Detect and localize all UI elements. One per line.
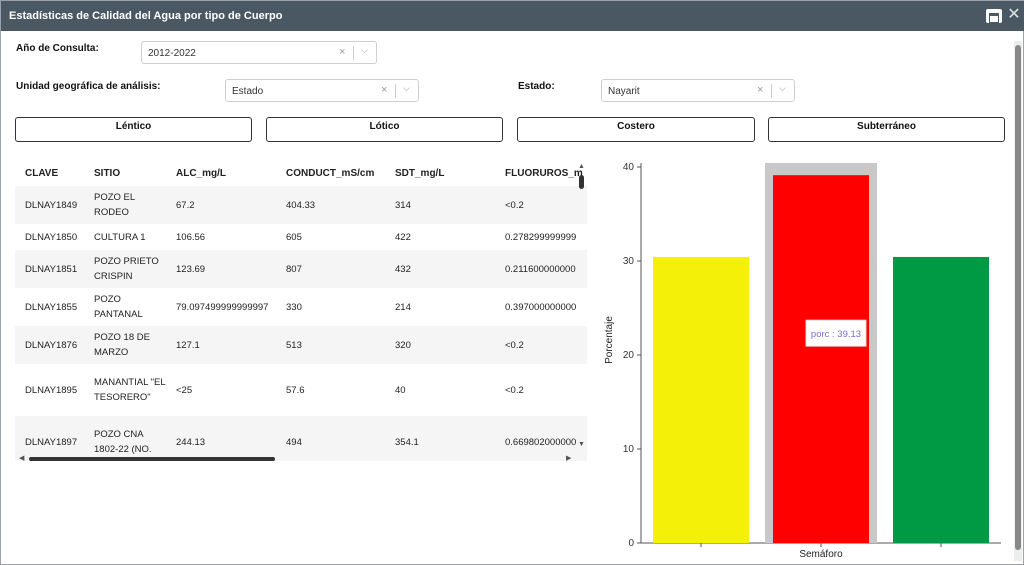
scroll-left-icon[interactable]: ◀ <box>19 454 24 462</box>
table-row[interactable]: DLNAY1876 POZO 18 DE MARZO 127.1 513 320… <box>15 326 587 364</box>
table-cell: 404.33 <box>286 199 316 211</box>
bar[interactable] <box>773 175 869 544</box>
x-axis-label: Semáforo <box>799 549 843 560</box>
table-cell: DLNAY1895 <box>25 384 78 396</box>
column-header[interactable]: CONDUCT_mS/cm <box>276 161 385 186</box>
state-label: Estado: <box>518 81 555 92</box>
table-header-row: CLAVE SITIO ALC_mg/L CONDUCT_mS/cm SDT_m… <box>15 161 587 186</box>
subterraneo-button[interactable]: Subterráneo <box>768 117 1005 142</box>
table-cell: <0.2 <box>505 339 524 351</box>
title-bar: Estadísticas de Calidad del Agua por tip… <box>1 1 1024 31</box>
table-cell: POZO PANTANAL <box>94 294 143 320</box>
chevron-down-icon[interactable]: ⌵ <box>403 83 410 94</box>
table-cell: 605 <box>286 231 302 243</box>
table-cell: 79.097499999999997 <box>176 301 269 313</box>
state-select[interactable]: Nayarit × ⌵ <box>601 79 795 102</box>
bar[interactable] <box>653 256 749 543</box>
table-horizontal-scrollbar[interactable]: ◀ ▶ <box>15 454 575 464</box>
table-cell: 330 <box>286 301 302 313</box>
chevron-down-icon[interactable]: ⌵ <box>361 45 368 56</box>
table-cell: DLNAY1855 <box>25 301 78 313</box>
lotico-button[interactable]: Lótico <box>266 117 503 142</box>
table-cell: DLNAY1849 <box>25 199 78 211</box>
table-cell: <0.2 <box>505 384 524 396</box>
table-cell: 314 <box>395 199 411 211</box>
clear-icon[interactable]: × <box>381 84 387 96</box>
y-tick-label: 0 <box>628 538 634 549</box>
clear-icon[interactable]: × <box>339 46 345 58</box>
year-label: Año de Consulta: <box>16 43 99 54</box>
table-cell: 214 <box>395 301 411 313</box>
column-header[interactable]: ALC_mg/L <box>166 161 276 186</box>
table-cell: <0.2 <box>505 199 524 211</box>
table-row[interactable]: DLNAY1849 POZO EL RODEO 67.2 404.33 314 … <box>15 186 587 224</box>
table-cell: 0.278299999999 <box>505 231 577 243</box>
table-cell: 123.69 <box>176 263 206 275</box>
y-tick-label: 40 <box>623 162 635 173</box>
table-cell: POZO PRIETO CRISPIN <box>94 256 159 282</box>
y-tick-label: 10 <box>623 444 635 455</box>
table-cell: 57.6 <box>286 384 305 396</box>
state-value: Nayarit <box>608 86 640 97</box>
column-header[interactable]: SDT_mg/L <box>385 161 495 186</box>
dialog-window: Estadísticas de Calidad del Agua por tip… <box>0 0 1024 565</box>
y-tick-label: 30 <box>623 256 635 267</box>
select-separator <box>771 84 772 98</box>
table-cell: POZO EL RODEO <box>94 192 135 218</box>
table-cell: 0.211600000000 <box>505 263 576 275</box>
y-axis-label: Porcentaje <box>604 316 615 364</box>
table-row[interactable]: DLNAY1850 CULTURA 1 106.56 605 422 0.278… <box>15 224 587 250</box>
table-cell: CULTURA 1 <box>94 231 146 243</box>
table-cell: 320 <box>395 339 411 351</box>
chevron-down-icon[interactable]: ⌵ <box>779 83 786 94</box>
table-cell: 422 <box>395 231 411 243</box>
table-cell: 106.56 <box>176 231 206 243</box>
select-separator <box>353 46 354 60</box>
year-select[interactable]: 2012-2022 × ⌵ <box>141 41 377 64</box>
table-row[interactable]: DLNAY1855 POZO PANTANAL 79.0974999999999… <box>15 288 587 326</box>
data-table-container: CLAVE SITIO ALC_mg/L CONDUCT_mS/cm SDT_m… <box>15 161 587 461</box>
table-cell: POZO 18 DE MARZO <box>94 332 150 358</box>
scroll-down-icon[interactable]: ▼ <box>578 441 585 448</box>
table-row[interactable]: DLNAY1851 POZO PRIETO CRISPIN 123.69 807… <box>15 250 587 288</box>
y-tick-label: 20 <box>623 350 635 361</box>
unit-label: Unidad geográfica de análisis: <box>16 81 161 92</box>
table-row[interactable]: DLNAY1895 MANANTIAL "EL TESORERO" <25 57… <box>15 364 587 416</box>
year-value: 2012-2022 <box>148 48 196 59</box>
table-cell: DLNAY1851 <box>25 263 78 275</box>
table-cell: 0.397000000000 <box>505 301 577 313</box>
select-separator <box>395 84 396 98</box>
table-cell: <25 <box>176 384 193 396</box>
window-title: Estadísticas de Calidad del Agua por tip… <box>9 10 283 22</box>
data-table: CLAVE SITIO ALC_mg/L CONDUCT_mS/cm SDT_m… <box>15 161 587 461</box>
pane-scrollbar-thumb[interactable] <box>1015 45 1021 550</box>
table-cell: 127.1 <box>176 339 200 351</box>
costero-button[interactable]: Costero <box>517 117 755 142</box>
table-cell: 432 <box>395 263 411 275</box>
unit-value: Estado <box>232 86 264 97</box>
unit-select[interactable]: Estado × ⌵ <box>225 79 419 102</box>
scroll-up-icon[interactable]: ▲ <box>578 163 585 170</box>
table-vertical-scrollbar[interactable]: ▲ ▼ <box>578 163 585 451</box>
table-cell: MANANTIAL "EL TESORERO" <box>94 377 166 403</box>
lentico-button[interactable]: Léntico <box>15 117 252 142</box>
bar[interactable] <box>893 256 989 543</box>
column-header[interactable]: SITIO <box>84 161 166 186</box>
table-cell: DLNAY1850 <box>25 231 78 243</box>
column-header[interactable]: FLUORUROS_m <box>495 161 587 186</box>
close-icon[interactable]: ✕ <box>1006 6 1022 24</box>
table-cell: DLNAY1876 <box>25 339 78 351</box>
table-cell: 513 <box>286 339 302 351</box>
scrollbar-thumb[interactable] <box>579 175 584 189</box>
tooltip-text: porc : 39.13 <box>811 329 861 340</box>
maximize-icon[interactable] <box>986 9 1002 23</box>
scrollbar-thumb[interactable] <box>29 457 275 461</box>
table-cell: 807 <box>286 263 302 275</box>
clear-icon[interactable]: × <box>757 84 763 96</box>
column-header[interactable]: CLAVE <box>15 161 84 186</box>
table-cell: 40 <box>395 384 406 396</box>
scroll-right-icon[interactable]: ▶ <box>566 454 571 462</box>
table-cell: 67.2 <box>176 199 195 211</box>
semaforo-bar-chart: 0 10 20 30 40 Porcentaje Semáforo porc : 39.13 <box>604 162 1001 560</box>
